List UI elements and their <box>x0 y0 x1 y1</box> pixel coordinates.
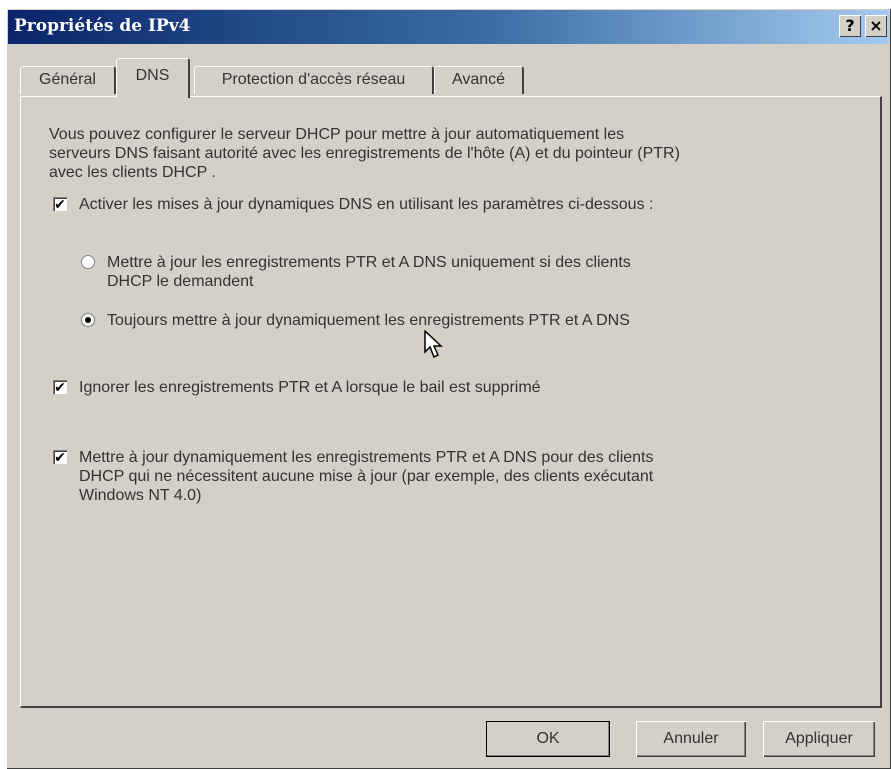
mouse-cursor-icon <box>424 330 443 359</box>
enable-dynamic-updates-checkbox[interactable]: ✔ <box>53 197 67 211</box>
cancel-button[interactable]: Annuler <box>636 721 746 757</box>
tab-dns[interactable]: DNS <box>116 58 190 98</box>
radio-update-on-request[interactable] <box>81 255 95 269</box>
dialog-window: Propriétés de IPv4 ? × Général DNS Prote… <box>6 8 891 769</box>
enable-dynamic-updates-label: Activer les mises à jour dynamiques DNS … <box>79 196 654 213</box>
tab-network-access-protection[interactable]: Protection d'accès réseau <box>194 66 434 94</box>
discard-records-label: Ignorer les enregistrements PTR et A lor… <box>79 379 541 396</box>
window-title: Propriétés de IPv4 <box>14 16 191 36</box>
tab-advanced[interactable]: Avancé <box>434 66 524 94</box>
close-button[interactable]: × <box>865 15 887 37</box>
update-non-requesting-checkbox[interactable]: ✔ <box>53 450 67 464</box>
discard-records-checkbox[interactable]: ✔ <box>53 380 67 394</box>
radio-always-update[interactable] <box>81 313 95 327</box>
help-button[interactable]: ? <box>839 15 861 37</box>
title-bar[interactable]: Propriétés de IPv4 ? × <box>8 10 889 44</box>
radio-update-on-request-label: Mettre à jour les enregistrements PTR et… <box>107 254 631 290</box>
dns-description: Vous pouvez configurer le serveur DHCP p… <box>49 126 680 181</box>
dns-tab-panel: Vous pouvez configurer le serveur DHCP p… <box>20 96 882 708</box>
tab-general[interactable]: Général <box>20 66 116 94</box>
apply-button[interactable]: Appliquer <box>763 721 875 757</box>
ok-button[interactable]: OK <box>486 721 610 757</box>
update-non-requesting-label: Mettre à jour dynamiquement les enregist… <box>79 449 654 504</box>
radio-always-update-label: Toujours mettre à jour dynamiquement les… <box>107 312 630 329</box>
